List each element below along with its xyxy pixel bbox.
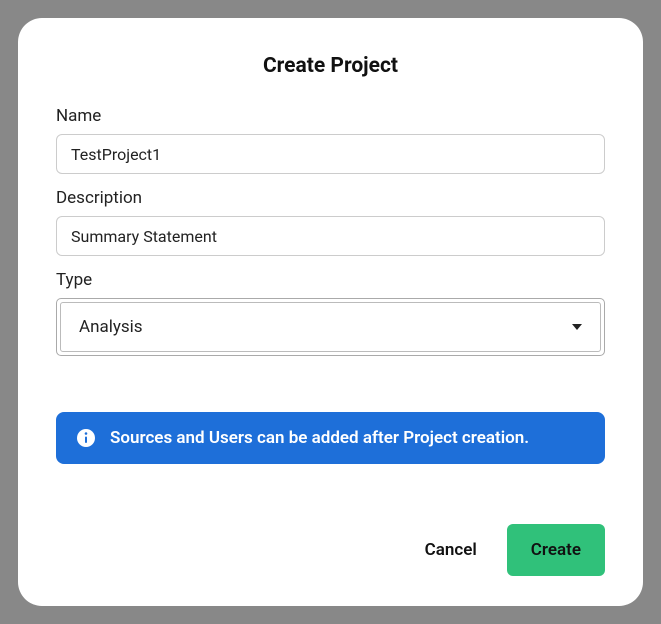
type-group: Type Analysis (56, 270, 605, 356)
create-project-modal: Create Project Name Description Type Ana… (18, 18, 643, 606)
type-label: Type (56, 270, 605, 290)
description-group: Description (56, 188, 605, 256)
description-input[interactable] (56, 216, 605, 256)
button-row: Cancel Create (56, 524, 605, 576)
type-selected-value: Analysis (79, 317, 143, 337)
info-banner: Sources and Users can be added after Pro… (56, 412, 605, 464)
type-select-inner: Analysis (60, 302, 601, 352)
cancel-button[interactable]: Cancel (419, 528, 483, 572)
create-button[interactable]: Create (507, 524, 605, 576)
info-message: Sources and Users can be added after Pro… (110, 428, 529, 448)
description-label: Description (56, 188, 605, 208)
chevron-down-icon (572, 324, 582, 330)
modal-title: Create Project (56, 54, 605, 78)
type-select[interactable]: Analysis (56, 298, 605, 356)
info-icon (76, 428, 96, 448)
name-input[interactable] (56, 134, 605, 174)
name-group: Name (56, 106, 605, 174)
name-label: Name (56, 106, 605, 126)
